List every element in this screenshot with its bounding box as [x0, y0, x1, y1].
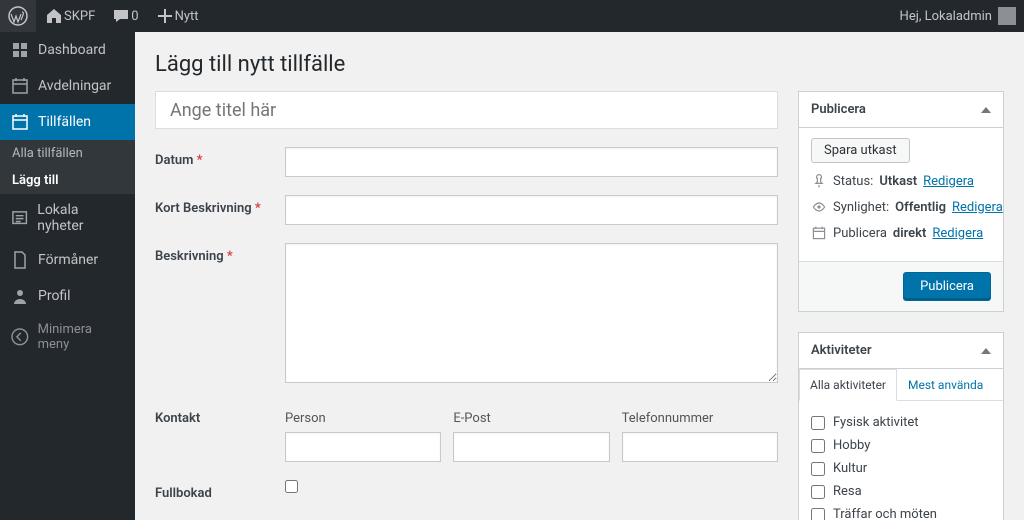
new-content-link[interactable]: Nytt — [147, 0, 207, 32]
main-content: Lägg till nytt tillfälle Datum * Kort Be… — [135, 32, 1024, 520]
tab-most-used[interactable]: Mest använda — [897, 369, 994, 401]
fullbokad-label: Fullbokad — [155, 480, 285, 501]
activity-checkbox[interactable] — [811, 485, 825, 499]
contact-epost-header: E-Post — [453, 405, 609, 432]
calendar-icon — [811, 225, 827, 241]
site-name-link[interactable]: SKPF — [36, 0, 103, 32]
sidebar-item-tillfallen[interactable]: Tillfällen — [0, 104, 135, 140]
post-title-input[interactable] — [155, 91, 778, 129]
user-icon — [10, 286, 30, 306]
contact-person-header: Person — [285, 405, 441, 432]
contact-epost-input[interactable] — [453, 432, 609, 462]
activities-box-title: Aktiviteter — [811, 343, 872, 358]
edit-status-link[interactable]: Redigera — [923, 174, 974, 189]
kontakt-label: Kontakt — [155, 405, 285, 426]
activity-item: Resa — [811, 480, 991, 503]
datum-input[interactable] — [285, 147, 778, 177]
activity-item: Träffar och möten — [811, 503, 991, 520]
page-icon — [10, 250, 30, 270]
beskrivning-label: Beskrivning * — [155, 243, 285, 264]
greeting-text: Hej, Lokaladmin — [900, 9, 992, 24]
contact-person-input[interactable] — [285, 432, 441, 462]
activities-tabs: Alla aktiviteter Mest använda — [799, 369, 1003, 401]
admin-toolbar: SKPF 0 Nytt Hej, Lokaladmin — [0, 0, 1024, 32]
activities-metabox: Aktiviteter Alla aktiviteter Mest använd… — [798, 332, 1004, 520]
comments-link[interactable]: 0 — [103, 0, 146, 32]
kort-beskrivning-label: Kort Beskrivning * — [155, 195, 285, 216]
chevron-up-icon — [981, 348, 991, 354]
edit-publish-date-link[interactable]: Redigera — [932, 226, 983, 241]
sidebar-item-profil[interactable]: Profil — [0, 278, 135, 314]
home-icon — [44, 6, 64, 26]
sidebar-item-dashboard[interactable]: Dashboard — [0, 32, 135, 68]
news-icon — [10, 208, 29, 228]
activity-item: Kultur — [811, 457, 991, 480]
activity-checkbox[interactable] — [811, 439, 825, 453]
pin-icon — [811, 173, 827, 189]
avatar — [998, 7, 1016, 25]
fullbokad-checkbox[interactable] — [285, 480, 298, 493]
calendar-icon — [10, 76, 30, 96]
submenu-lagg[interactable]: Lägg till — [0, 167, 135, 194]
chevron-up-icon — [981, 107, 991, 113]
activity-item: Hobby — [811, 434, 991, 457]
user-account-link[interactable]: Hej, Lokaladmin — [892, 0, 1024, 32]
site-name: SKPF — [64, 9, 95, 24]
calendar-icon — [10, 112, 30, 132]
edit-visibility-link[interactable]: Redigera — [952, 200, 1003, 215]
collapse-menu[interactable]: Minimera meny — [0, 314, 135, 360]
comments-count: 0 — [131, 9, 138, 24]
sidebar-item-avdelningar[interactable]: Avdelningar — [0, 68, 135, 104]
save-draft-button[interactable]: Spara utkast — [811, 138, 910, 163]
publish-button[interactable]: Publicera — [903, 272, 991, 301]
sidebar-item-nyheter[interactable]: Lokala nyheter — [0, 194, 135, 242]
activity-checkbox[interactable] — [811, 508, 825, 520]
publish-metabox: Publicera Spara utkast Status: Utkast Re… — [798, 91, 1004, 312]
beskrivning-textarea[interactable] — [285, 243, 778, 383]
activity-checkbox[interactable] — [811, 462, 825, 476]
activity-item: Fysisk aktivitet — [811, 411, 991, 434]
tab-all-activities[interactable]: Alla aktiviteter — [799, 369, 897, 401]
activities-metabox-toggle[interactable]: Aktiviteter — [799, 333, 1003, 369]
page-title: Lägg till nytt tillfälle — [155, 52, 1004, 77]
eye-icon — [811, 199, 827, 215]
new-label: Nytt — [175, 9, 199, 24]
sidebar-item-formaner[interactable]: Förmåner — [0, 242, 135, 278]
wordpress-icon — [8, 6, 28, 26]
datum-label: Datum * — [155, 147, 285, 168]
kort-beskrivning-input[interactable] — [285, 195, 778, 225]
plus-icon — [155, 6, 175, 26]
publish-metabox-toggle[interactable]: Publicera — [799, 92, 1003, 128]
submenu-alla[interactable]: Alla tillfällen — [0, 140, 135, 167]
publish-box-title: Publicera — [811, 102, 866, 117]
wp-logo[interactable] — [0, 0, 36, 32]
dashboard-icon — [10, 40, 30, 60]
collapse-label: Minimera meny — [38, 322, 125, 352]
activities-checklist: Fysisk aktivitetHobbyKulturResaTräffar o… — [811, 411, 991, 520]
collapse-icon — [10, 327, 30, 347]
activity-checkbox[interactable] — [811, 416, 825, 430]
contact-tel-header: Telefonnummer — [622, 405, 778, 432]
contact-tel-input[interactable] — [622, 432, 778, 462]
comment-icon — [111, 6, 131, 26]
admin-sidebar: DashboardAvdelningarTillfällenAlla tillf… — [0, 32, 135, 520]
